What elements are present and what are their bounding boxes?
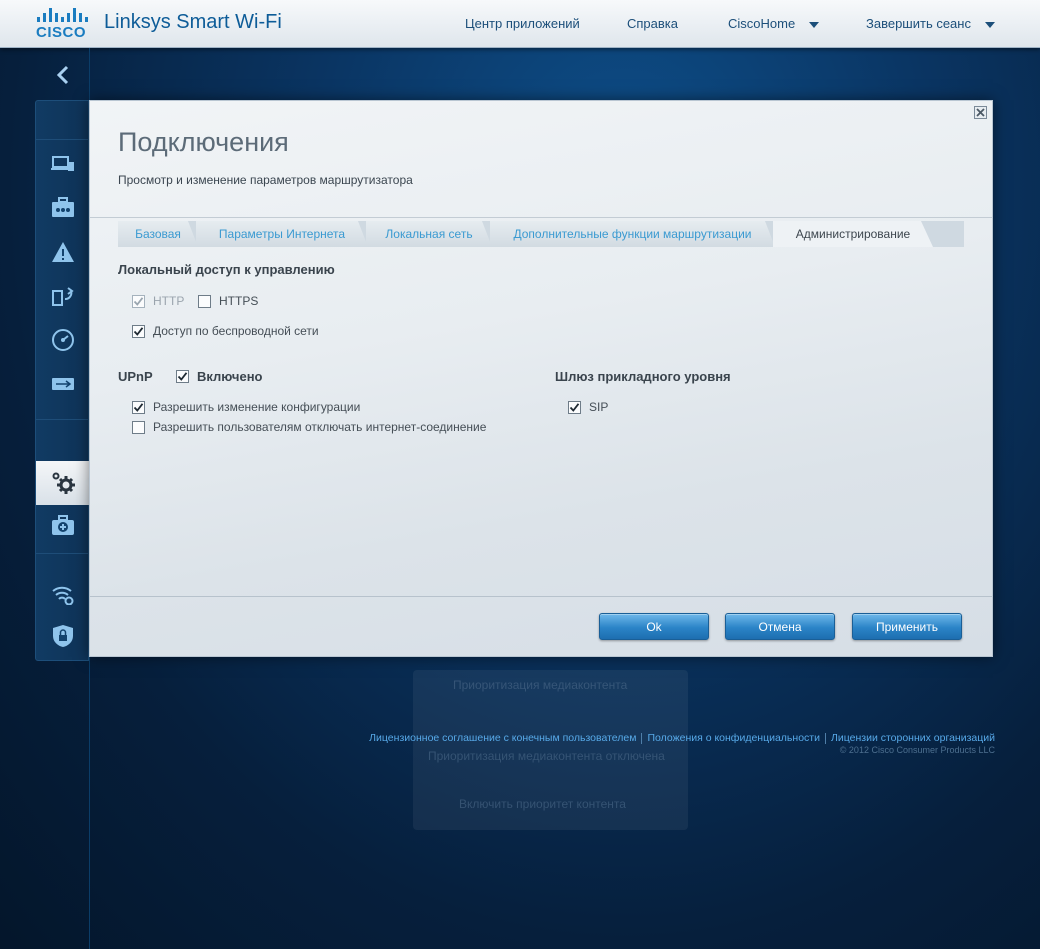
upnp-enabled-label: Включено [197, 369, 263, 384]
speedometer-icon [52, 329, 74, 351]
tab-basic[interactable]: Базовая [118, 221, 198, 247]
tab-label: Параметры Интернета [218, 227, 346, 241]
wireless-access-checkbox-row[interactable]: Доступ по беспроводной сети [132, 324, 319, 338]
tab-label: Базовая [135, 227, 181, 241]
wireless-access-label: Доступ по беспроводной сети [153, 324, 319, 338]
eula-link[interactable]: Лицензионное соглашение с конечным польз… [369, 732, 636, 744]
cisco-logo[interactable]: CISCO [36, 8, 96, 41]
https-checkbox[interactable] [198, 294, 211, 308]
apply-button[interactable]: Применить [852, 613, 962, 640]
privacy-link[interactable]: Положения о конфиденциальности [647, 732, 820, 744]
allow-disconnect-checkbox-row[interactable]: Разрешить пользователям отключать интерн… [132, 420, 486, 434]
tab-administration[interactable]: Администрирование [773, 221, 933, 247]
third-party-licenses-link[interactable]: Лицензии сторонних организаций [831, 732, 995, 744]
upnp-enabled-checkbox[interactable] [176, 370, 189, 383]
checkmark-icon [177, 372, 188, 381]
sidebar-item-security[interactable] [36, 619, 90, 653]
chevron-down-icon [984, 21, 995, 28]
sip-checkbox[interactable] [568, 400, 581, 414]
sidebar-separator [36, 553, 90, 554]
checkmark-icon [569, 402, 580, 412]
ok-button[interactable]: Ok [599, 613, 709, 640]
nav-app-center[interactable]: Центр приложений [465, 16, 580, 31]
update-icon [52, 287, 74, 306]
close-button[interactable] [974, 106, 987, 119]
checkmark-icon [133, 296, 144, 306]
sidebar-item-troubleshooting[interactable] [36, 509, 90, 543]
devices-icon [51, 156, 74, 171]
allow-disconnect-checkbox[interactable] [132, 420, 145, 434]
background-widget-link: Включить приоритет контента [459, 797, 626, 811]
nav-help[interactable]: Справка [627, 16, 678, 31]
copyright: © 2012 Cisco Consumer Products LLC [839, 745, 995, 755]
nav-logout-menu[interactable]: Завершить сеанс [866, 16, 995, 31]
cancel-button[interactable]: Отмена [725, 613, 835, 640]
sidebar-collapse-button[interactable] [36, 50, 89, 100]
sidebar-separator [36, 419, 90, 420]
background-widget-text: Приоритизация медиаконтента отключена [428, 749, 665, 763]
sidebar [35, 100, 91, 661]
security-shield-icon [53, 625, 73, 647]
brand-title: Linksys Smart Wi-Fi [104, 11, 282, 33]
network-warning-icon [52, 242, 74, 262]
top-bar: CISCO Linksys Smart Wi-Fi Центр приложен… [0, 0, 1040, 48]
alg-title: Шлюз прикладного уровня [555, 369, 731, 384]
checkmark-icon [133, 402, 144, 412]
footer-divider [90, 596, 992, 597]
sidebar-item-network[interactable] [36, 235, 90, 269]
nav-account-menu[interactable]: CiscoHome [728, 16, 820, 31]
chevron-down-icon [809, 21, 820, 28]
tab-advanced-routing[interactable]: Дополнительные функции маршрутизации [490, 221, 775, 247]
sidebar-item-wireless[interactable] [36, 577, 90, 611]
sidebar-item-speedtest[interactable] [36, 323, 90, 357]
tab-bar: Базовая Параметры Интернета Локальная се… [118, 221, 964, 247]
sidebar-item-usb-storage[interactable] [36, 367, 90, 401]
connectivity-dialog: Подключения Просмотр и изменение парамет… [89, 100, 993, 657]
https-label: HTTPS [219, 294, 259, 308]
settings-gears-icon [52, 472, 75, 494]
sidebar-item-media[interactable] [36, 191, 90, 225]
upnp-title: UPnP [118, 369, 153, 384]
page-subtitle: Просмотр и изменение параметров маршрути… [118, 173, 413, 187]
allow-config-checkbox-row[interactable]: Разрешить изменение конфигурации [132, 400, 360, 414]
http-checkbox-row[interactable]: HTTP [132, 294, 184, 308]
wireless-access-checkbox[interactable] [132, 324, 145, 338]
tab-local-network[interactable]: Локальная сеть [366, 221, 492, 247]
sidebar-separator [36, 139, 90, 140]
cisco-bars-icon [37, 8, 96, 22]
chevron-left-icon [56, 65, 68, 85]
nav-account-label: CiscoHome [728, 16, 796, 31]
background-widget-title: Приоритизация медиаконтента [453, 678, 628, 692]
page-title: Подключения [118, 127, 289, 157]
http-label: HTTP [153, 294, 185, 308]
https-checkbox-row[interactable]: HTTPS [198, 294, 258, 308]
media-briefcase-icon [52, 197, 74, 217]
sip-label: SIP [589, 400, 609, 414]
nav-logout-label: Завершить сеанс [866, 16, 971, 31]
close-icon [976, 108, 985, 117]
nav-app-center-label: Центр приложений [465, 16, 580, 31]
tab-label: Администрирование [795, 227, 911, 241]
allow-disconnect-label: Разрешить пользователям отключать интерн… [153, 420, 487, 434]
upnp-enabled-row[interactable]: Включено [176, 369, 263, 384]
tab-internet-settings[interactable]: Параметры Интернета [196, 221, 368, 247]
allow-config-checkbox[interactable] [132, 400, 145, 414]
troubleshooting-icon [52, 515, 74, 535]
nav-help-label: Справка [627, 16, 678, 31]
footer-links: Лицензионное соглашение с конечным польз… [369, 732, 995, 744]
local-access-title: Локальный доступ к управлению [118, 262, 335, 277]
header-divider [90, 217, 992, 218]
tab-label: Локальная сеть [385, 227, 473, 241]
allow-config-label: Разрешить изменение конфигурации [153, 400, 361, 414]
http-checkbox[interactable] [132, 294, 145, 308]
sidebar-item-updates[interactable] [36, 279, 90, 313]
sidebar-item-connectivity-active[interactable] [36, 461, 91, 505]
checkmark-icon [133, 326, 144, 336]
sidebar-item-devices[interactable] [36, 147, 90, 181]
wireless-settings-icon [52, 586, 74, 605]
usb-storage-icon [52, 378, 74, 390]
logo-text: CISCO [36, 24, 87, 41]
tab-label: Дополнительные функции маршрутизации [513, 227, 752, 241]
sip-checkbox-row[interactable]: SIP [568, 400, 608, 414]
